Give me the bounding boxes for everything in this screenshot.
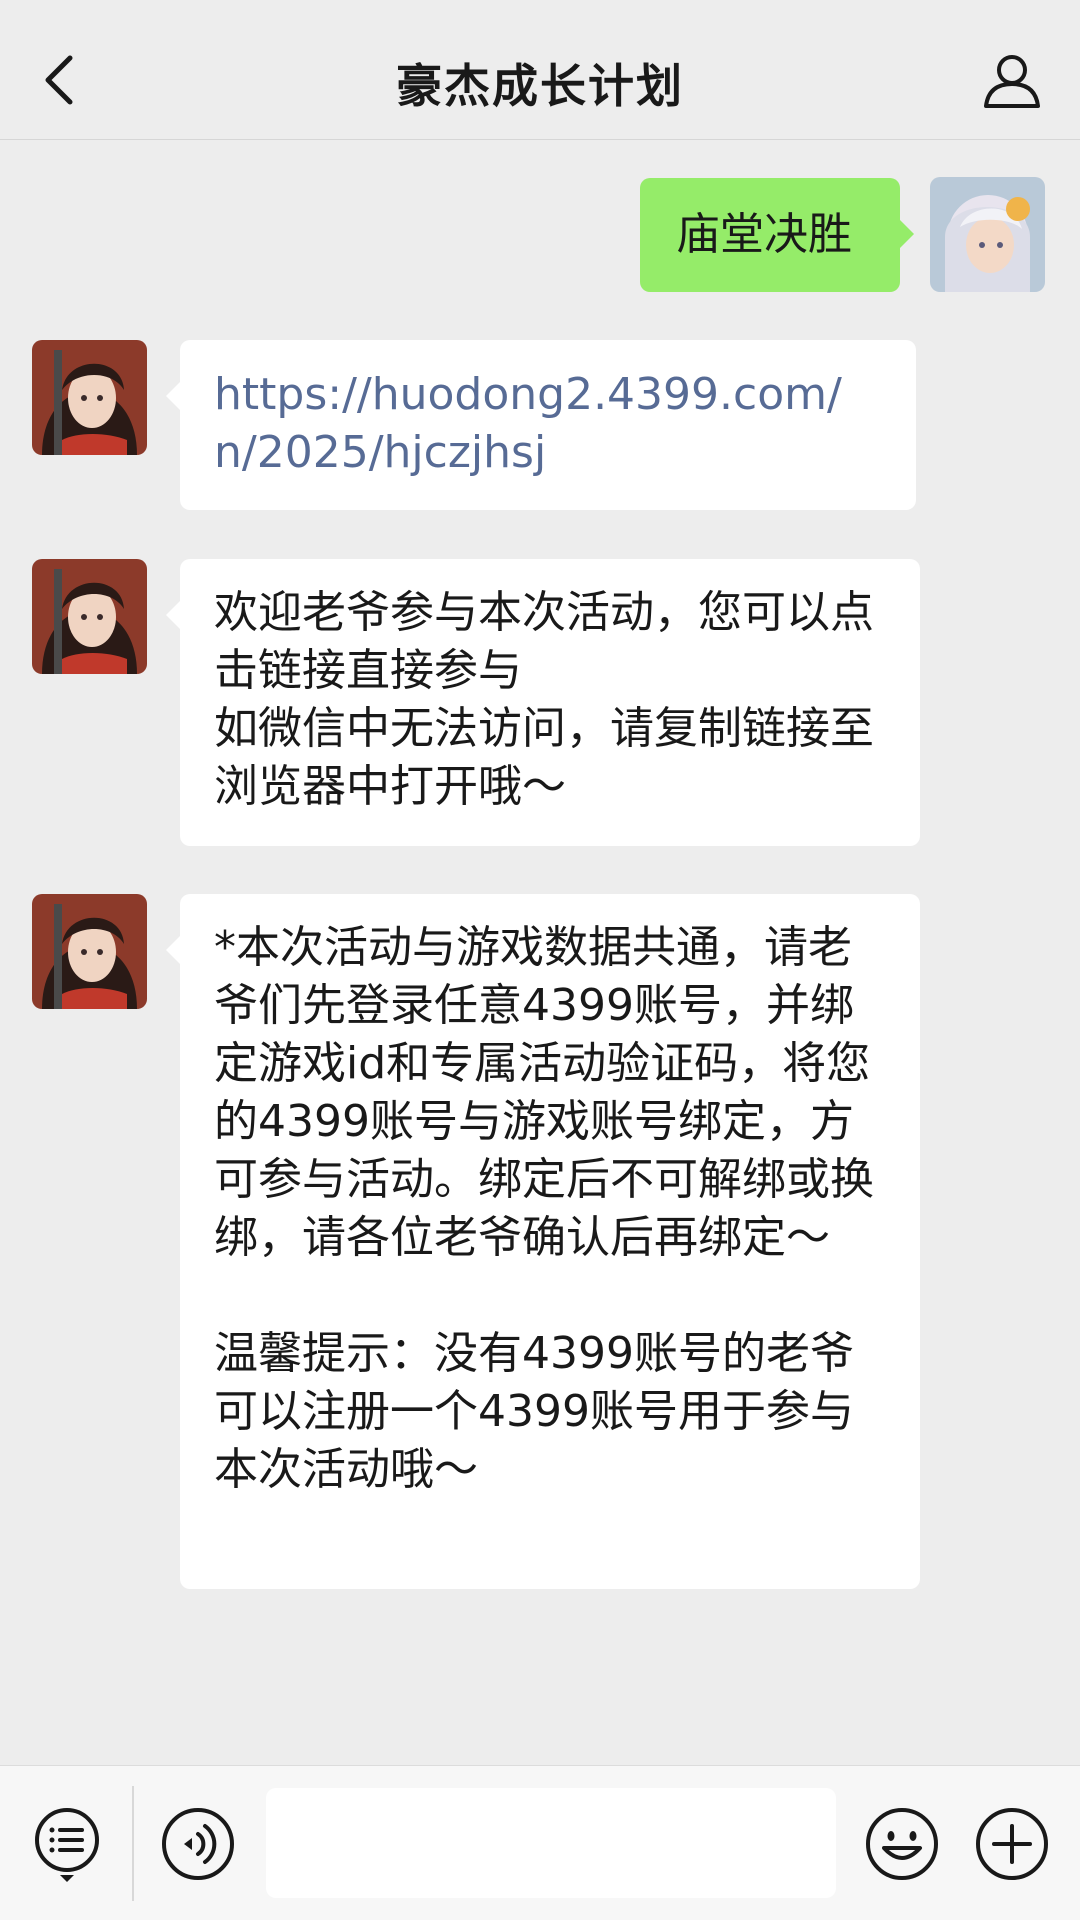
more-button[interactable] <box>974 1806 1050 1882</box>
voice-icon <box>162 1808 234 1880</box>
plus-icon <box>976 1808 1048 1880</box>
message-input[interactable] <box>266 1788 836 1898</box>
chat-header: 豪杰成长计划 <box>0 0 1080 140</box>
message-bubble-incoming[interactable]: 欢迎老爷参与本次活动，您可以点击链接直接参与 如微信中无法访问，请复制链接至浏览… <box>166 559 920 846</box>
message-text: 欢迎老爷参与本次活动，您可以点击链接直接参与 如微信中无法访问，请复制链接至浏览… <box>214 587 874 812</box>
emoji-button[interactable] <box>864 1806 940 1882</box>
contact-avatar[interactable] <box>32 340 147 455</box>
my-avatar[interactable] <box>930 177 1045 292</box>
voice-button[interactable] <box>160 1806 236 1882</box>
message-bubble-outgoing[interactable]: 庙堂决胜 <box>640 178 914 292</box>
service-menu-icon <box>35 1808 99 1882</box>
chat-title: 豪杰成长计划 <box>396 59 684 113</box>
divider <box>132 1786 134 1901</box>
chat-info-button[interactable] <box>974 45 1050 115</box>
emoji-icon <box>866 1808 938 1880</box>
message-text: *本次活动与游戏数据共通，请老爷们先登录任意4399账号，并绑定游戏id和专属活… <box>214 922 874 1495</box>
chat-input-bar <box>0 1765 1080 1920</box>
contact-avatar[interactable] <box>32 559 147 674</box>
message-bubble-incoming[interactable]: *本次活动与游戏数据共通，请老爷们先登录任意4399账号，并绑定游戏id和专属活… <box>166 894 920 1589</box>
person-outline-icon <box>984 55 1040 108</box>
message-link[interactable]: https://huodong2.4399.com/n/2025/hjczjhs… <box>214 366 882 482</box>
service-menu-button[interactable] <box>30 1804 104 1886</box>
contact-avatar[interactable] <box>32 894 147 1009</box>
message-bubble-incoming[interactable]: https://huodong2.4399.com/n/2025/hjczjhs… <box>166 340 916 510</box>
message-text: 庙堂决胜 <box>676 209 852 260</box>
